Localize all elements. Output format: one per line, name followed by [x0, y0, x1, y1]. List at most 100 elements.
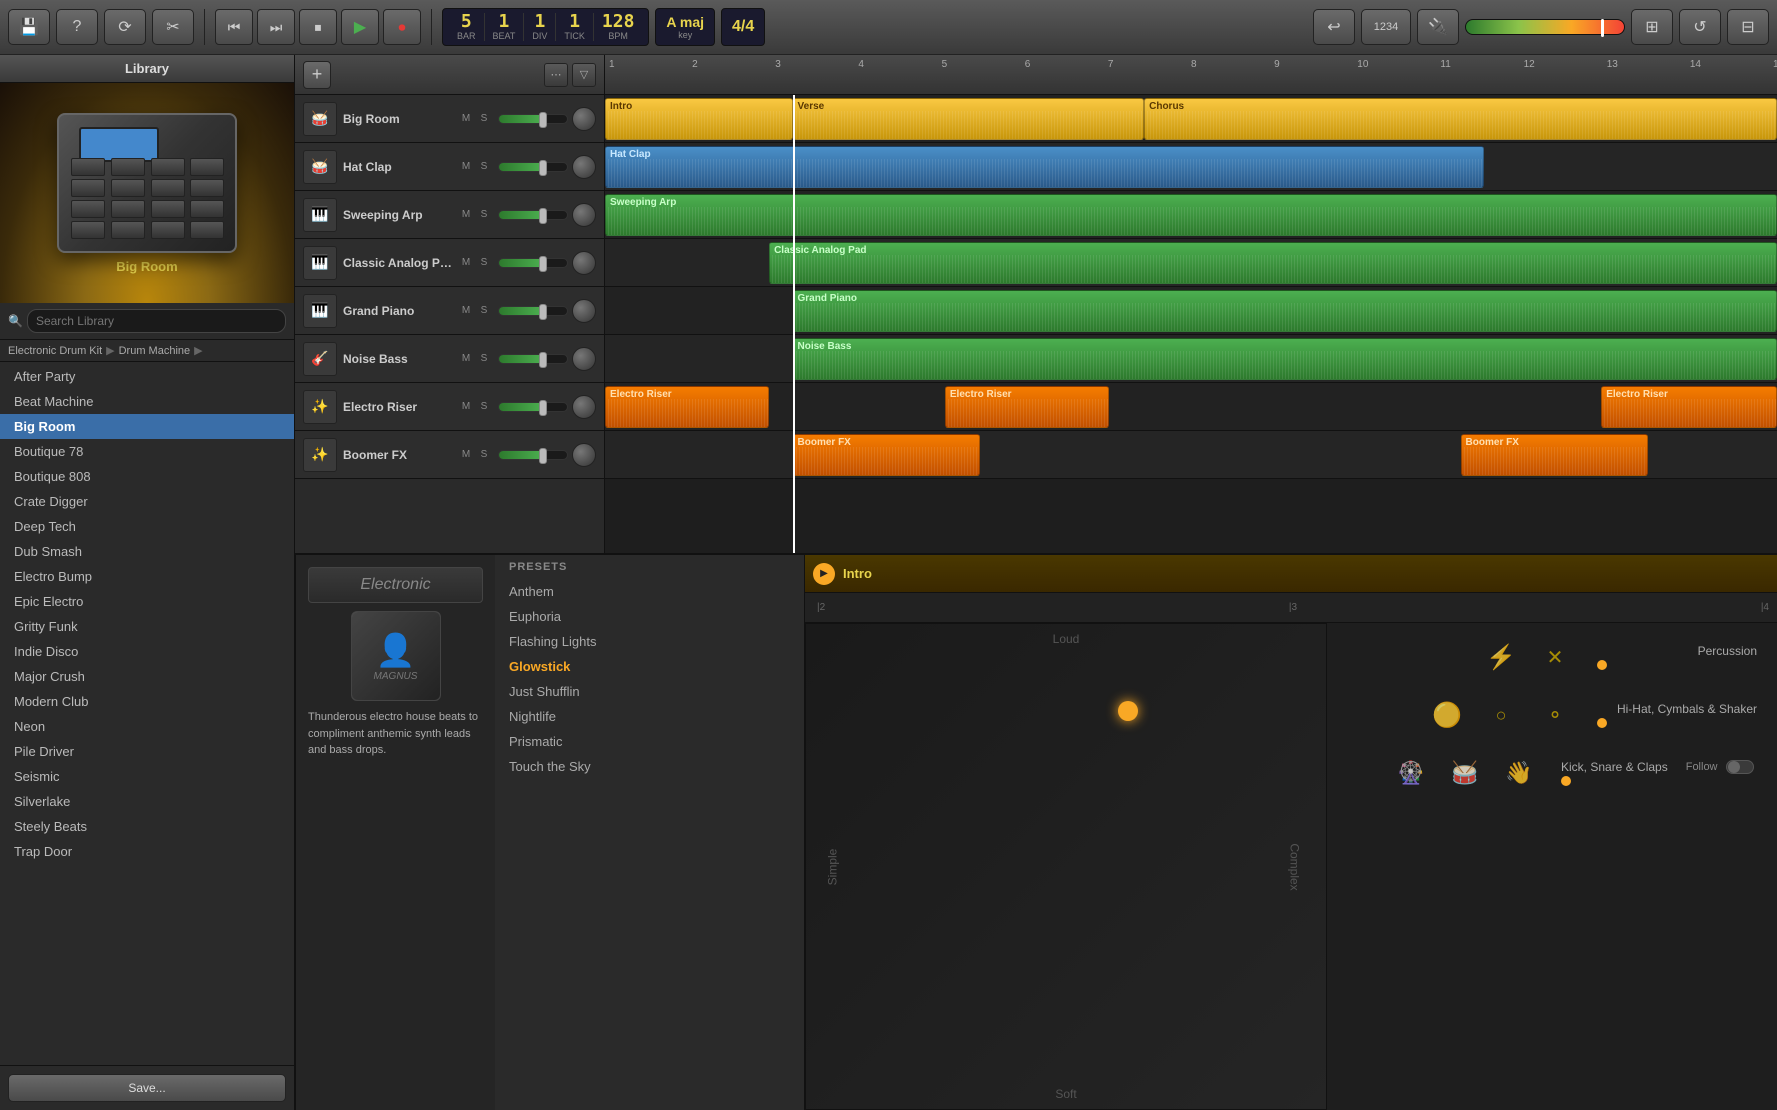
- library-item-boutique-78[interactable]: Boutique 78: [0, 439, 294, 464]
- library-item-crate-digger[interactable]: Crate Digger: [0, 489, 294, 514]
- clip-5-0[interactable]: Noise Bass: [793, 338, 1777, 380]
- clip-0-0[interactable]: Intro: [605, 98, 793, 140]
- library-item-trap-door[interactable]: Trap Door: [0, 839, 294, 864]
- preset-item-flashing-lights[interactable]: Flashing Lights: [495, 629, 804, 654]
- mpc-pad[interactable]: [71, 158, 105, 176]
- save-button[interactable]: 💾: [8, 9, 50, 45]
- signature-display[interactable]: 4/4: [721, 8, 765, 46]
- master-volume-slider[interactable]: [1465, 19, 1625, 35]
- library-item-boutique-808[interactable]: Boutique 808: [0, 464, 294, 489]
- scissors-button[interactable]: ✂: [152, 9, 194, 45]
- track-mute-btn-1[interactable]: M: [458, 159, 474, 175]
- clip-3-0[interactable]: Classic Analog Pad: [769, 242, 1777, 284]
- track-solo-btn-7[interactable]: S: [476, 447, 492, 463]
- mpc-pad[interactable]: [190, 158, 224, 176]
- library-item-dub-smash[interactable]: Dub Smash: [0, 539, 294, 564]
- mpc-pad[interactable]: [190, 221, 224, 239]
- breadcrumb-item-dm[interactable]: Drum Machine: [119, 345, 191, 357]
- add-track-button[interactable]: +: [303, 61, 331, 89]
- track-mute-btn-5[interactable]: M: [458, 351, 474, 367]
- record-button[interactable]: ⏺: [383, 9, 421, 45]
- library-item-deep-tech[interactable]: Deep Tech: [0, 514, 294, 539]
- cycle-button[interactable]: ↩: [1313, 9, 1355, 45]
- percussion-dot[interactable]: [1597, 660, 1607, 670]
- kick-dot[interactable]: [1561, 776, 1571, 786]
- hihat-dot[interactable]: [1597, 718, 1607, 728]
- preset-item-just-shufflin[interactable]: Just Shufflin: [495, 679, 804, 704]
- follow-toggle[interactable]: [1726, 760, 1754, 774]
- track-knob-2[interactable]: [572, 203, 596, 227]
- preset-item-touch-the-sky[interactable]: Touch the Sky: [495, 754, 804, 779]
- track-mute-btn-2[interactable]: M: [458, 207, 474, 223]
- mpc-pad[interactable]: [151, 200, 185, 218]
- library-item-indie-disco[interactable]: Indie Disco: [0, 639, 294, 664]
- track-solo-btn-1[interactable]: S: [476, 159, 492, 175]
- fast-forward-button[interactable]: ⏭: [257, 9, 295, 45]
- mpc-pad[interactable]: [151, 221, 185, 239]
- track-fader-0[interactable]: [498, 114, 568, 124]
- track-solo-btn-4[interactable]: S: [476, 303, 492, 319]
- clip-4-0[interactable]: Grand Piano: [793, 290, 1777, 332]
- track-mute-btn-4[interactable]: M: [458, 303, 474, 319]
- clip-6-0[interactable]: Electro Riser: [605, 386, 769, 428]
- clip-7-1[interactable]: Boomer FX: [1461, 434, 1649, 476]
- track-mute-btn-3[interactable]: M: [458, 255, 474, 271]
- clip-2-0[interactable]: Sweeping Arp: [605, 194, 1777, 236]
- library-item-neon[interactable]: Neon: [0, 714, 294, 739]
- mpc-pad[interactable]: [190, 179, 224, 197]
- mpc-pad[interactable]: [151, 158, 185, 176]
- tempo-button[interactable]: 1234: [1361, 9, 1411, 45]
- preset-item-euphoria[interactable]: Euphoria: [495, 604, 804, 629]
- clip-0-1[interactable]: Verse: [793, 98, 1145, 140]
- library-item-modern-club[interactable]: Modern Club: [0, 689, 294, 714]
- track-solo-btn-2[interactable]: S: [476, 207, 492, 223]
- track-knob-0[interactable]: [572, 107, 596, 131]
- track-fader-5[interactable]: [498, 354, 568, 364]
- library-item-pile-driver[interactable]: Pile Driver: [0, 739, 294, 764]
- xy-pad[interactable]: Loud Soft Simple Complex: [805, 623, 1327, 1110]
- display-btn-2[interactable]: ↺: [1679, 9, 1721, 45]
- library-item-big-room[interactable]: Big Room: [0, 414, 294, 439]
- mpc-pad[interactable]: [111, 200, 145, 218]
- mpc-pad[interactable]: [71, 179, 105, 197]
- help-button[interactable]: ?: [56, 9, 98, 45]
- track-fader-2[interactable]: [498, 210, 568, 220]
- track-knob-3[interactable]: [572, 251, 596, 275]
- display-btn-1[interactable]: ⊞: [1631, 9, 1673, 45]
- library-item-electro-bump[interactable]: Electro Bump: [0, 564, 294, 589]
- drum-play-button[interactable]: ▶: [813, 563, 835, 585]
- mpc-pad[interactable]: [71, 200, 105, 218]
- track-fader-1[interactable]: [498, 162, 568, 172]
- track-solo-btn-0[interactable]: S: [476, 111, 492, 127]
- track-fader-7[interactable]: [498, 450, 568, 460]
- mpc-pad[interactable]: [111, 158, 145, 176]
- search-input[interactable]: [27, 309, 286, 333]
- clip-6-1[interactable]: Electro Riser: [945, 386, 1109, 428]
- mpc-pad[interactable]: [190, 200, 224, 218]
- track-fader-3[interactable]: [498, 258, 568, 268]
- clip-6-2[interactable]: Electro Riser: [1601, 386, 1777, 428]
- play-button[interactable]: ▶: [341, 9, 379, 45]
- stop-button[interactable]: ⏹: [299, 9, 337, 45]
- library-item-seismic[interactable]: Seismic: [0, 764, 294, 789]
- library-item-beat-machine[interactable]: Beat Machine: [0, 389, 294, 414]
- library-item-silverlake[interactable]: Silverlake: [0, 789, 294, 814]
- mpc-pad[interactable]: [151, 179, 185, 197]
- track-solo-btn-6[interactable]: S: [476, 399, 492, 415]
- library-item-gritty-funk[interactable]: Gritty Funk: [0, 614, 294, 639]
- mpc-pad[interactable]: [71, 221, 105, 239]
- save-button[interactable]: Save...: [8, 1074, 286, 1102]
- track-mute-btn-7[interactable]: M: [458, 447, 474, 463]
- library-item-after-party[interactable]: After Party: [0, 364, 294, 389]
- preset-item-anthem[interactable]: Anthem: [495, 579, 804, 604]
- track-knob-1[interactable]: [572, 155, 596, 179]
- key-display[interactable]: A maj key: [655, 8, 715, 46]
- rewind-button[interactable]: ⏮: [215, 9, 253, 45]
- track-view-toggle[interactable]: ⋯: [544, 63, 568, 87]
- track-mute-btn-6[interactable]: M: [458, 399, 474, 415]
- track-knob-5[interactable]: [572, 347, 596, 371]
- preset-item-glowstick[interactable]: Glowstick: [495, 654, 804, 679]
- mpc-pad[interactable]: [111, 179, 145, 197]
- xy-dot[interactable]: [1118, 701, 1138, 721]
- track-knob-4[interactable]: [572, 299, 596, 323]
